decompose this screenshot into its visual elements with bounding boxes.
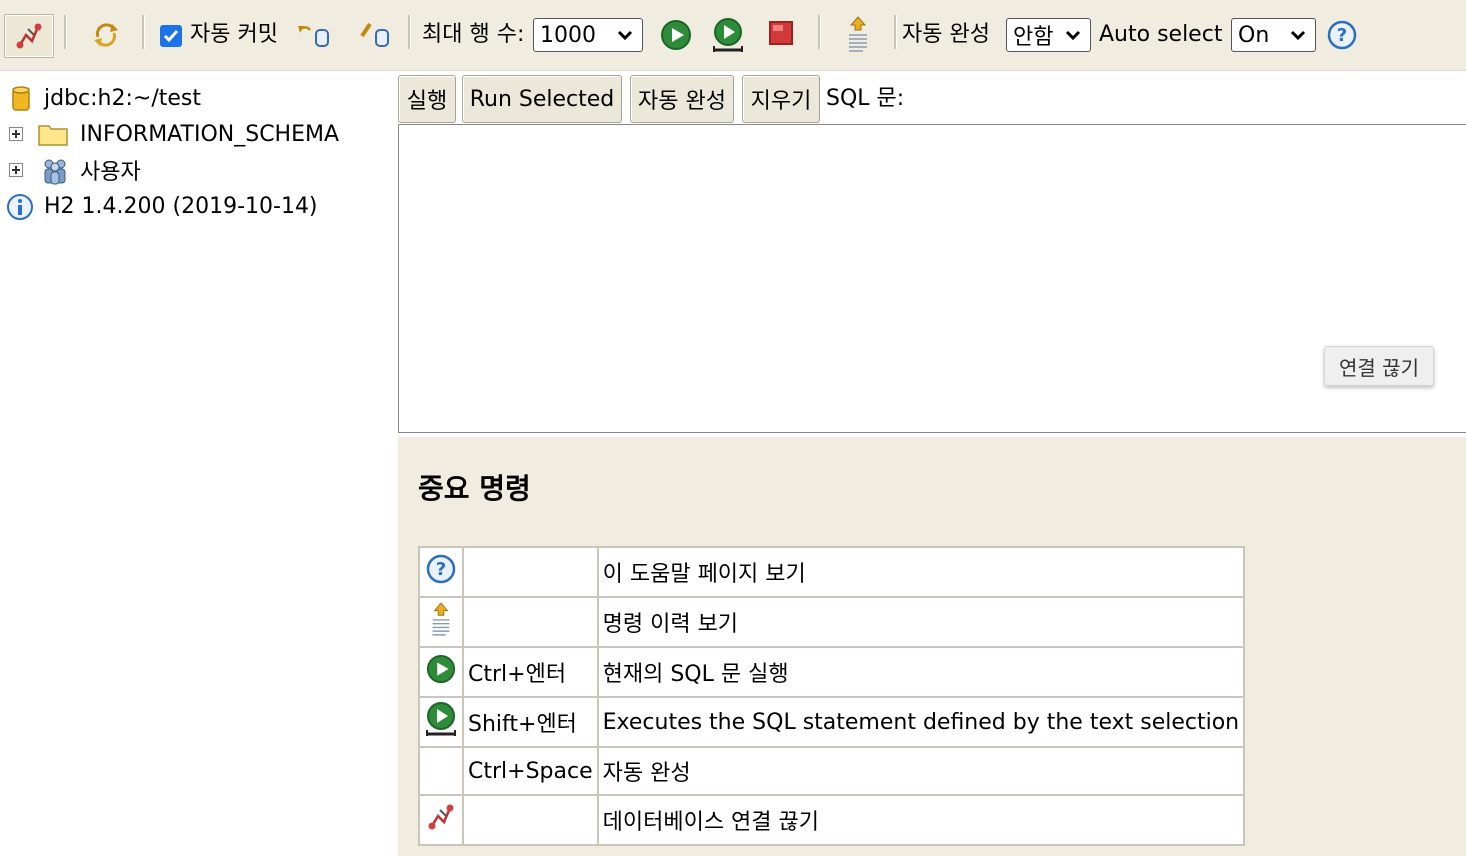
commit-icon[interactable]: [354, 15, 394, 55]
autoselect-select[interactable]: On: [1231, 18, 1316, 52]
expand-icon[interactable]: [9, 127, 23, 141]
sql-editor[interactable]: [398, 124, 1466, 433]
chevron-down-icon: [1065, 30, 1081, 41]
table-row: Ctrl+Space 자동 완성: [418, 746, 1246, 796]
users-label: 사용자: [80, 160, 141, 185]
autocommit-checkbox[interactable]: [160, 25, 182, 47]
table-cell-key: [462, 596, 599, 648]
table-row: Shift+엔터 Executes the SQL statement defi…: [418, 696, 1246, 748]
table-cell-key: [462, 546, 599, 598]
table-cell-icon: [418, 746, 464, 796]
users-icon: [44, 159, 66, 185]
autocomplete-value: 안함: [1013, 25, 1054, 50]
table-cell-icon: [418, 794, 464, 846]
schema-label: INFORMATION_SCHEMA: [80, 121, 340, 147]
toolbar-separator: [142, 15, 145, 49]
table-cell-icon: [418, 646, 464, 698]
table-cell-key: Ctrl+Space: [462, 746, 599, 796]
table-cell-desc: 자동 완성: [596, 746, 1246, 796]
toolbar-separator: [894, 15, 897, 49]
run-selected-icon[interactable]: [708, 15, 748, 55]
table-row: ? 이 도움말 페이지 보기: [418, 546, 1246, 598]
help-title: 중요 명령: [418, 472, 531, 505]
table-row: 데이터베이스 연결 끊기: [418, 794, 1246, 846]
help-icon[interactable]: ?: [1322, 15, 1362, 55]
table-row: 명령 이력 보기: [418, 596, 1246, 648]
commands-table: ? 이 도움말 페이지 보기 명령 이력 보기 Ctrl+엔터 현재의 SQL …: [418, 546, 1246, 846]
table-cell-desc: 현재의 SQL 문 실행: [596, 646, 1246, 698]
toolbar-separator: [408, 15, 411, 49]
history-icon: [432, 602, 450, 636]
toolbar-separator: [64, 15, 67, 49]
table-cell-desc: Executes the SQL statement defined by th…: [596, 696, 1246, 748]
table-cell-key: [462, 794, 599, 846]
table-cell-desc: 데이터베이스 연결 끊기: [596, 794, 1246, 846]
autocomplete-button[interactable]: 자동 완성: [630, 75, 734, 123]
run-icon[interactable]: [656, 15, 696, 55]
version-label: H2 1.4.200 (2019-10-14): [44, 193, 318, 219]
rollback-icon[interactable]: [294, 15, 334, 55]
history-icon[interactable]: [838, 14, 878, 54]
autocomplete-select[interactable]: 안함: [1006, 18, 1091, 52]
max-rows-select[interactable]: 1000: [533, 18, 643, 52]
toolbar: 자동 커밋 최대 행 수: 1000 자동 완성 안함 Auto select …: [0, 0, 1466, 71]
table-cell-desc: 이 도움말 페이지 보기: [596, 546, 1246, 598]
max-rows-label: 최대 행 수:: [422, 22, 525, 47]
database-icon: [12, 86, 30, 111]
stop-icon[interactable]: [761, 13, 801, 53]
help-icon: ?: [426, 554, 456, 584]
table-cell-desc: 명령 이력 보기: [596, 596, 1246, 648]
run-selected-button[interactable]: Run Selected: [462, 75, 622, 123]
help-panel: 중요 명령 ? 이 도움말 페이지 보기 명령 이력 보기 Ctrl+엔터 현재…: [398, 437, 1466, 856]
refresh-icon[interactable]: [86, 15, 126, 55]
disconnect-icon: [428, 804, 454, 830]
query-panel: 실행 Run Selected 자동 완성 지우기 SQL 문: 연결 끊기: [398, 71, 1466, 435]
svg-text:?: ?: [1337, 25, 1347, 46]
svg-text:?: ?: [436, 559, 446, 580]
run-selected-icon: [426, 702, 456, 736]
run-icon: [426, 654, 456, 684]
table-cell-key: Shift+엔터: [462, 696, 599, 748]
table-cell-icon: [418, 596, 464, 648]
run-button[interactable]: 실행: [398, 75, 456, 123]
disconnect-tooltip: 연결 끊기: [1324, 346, 1434, 386]
autocomplete-label: 자동 완성: [902, 22, 990, 47]
object-tree: jdbc:h2:~/test INFORMATION_SCHEMA 사용자 H2…: [0, 71, 398, 856]
chevron-down-icon: [617, 30, 633, 41]
autocommit-label: 자동 커밋: [190, 22, 278, 47]
chevron-down-icon: [1290, 30, 1306, 41]
toolbar-separator: [818, 15, 821, 49]
expand-icon[interactable]: [9, 163, 23, 177]
table-cell-icon: ?: [418, 546, 464, 598]
table-cell-key: Ctrl+엔터: [462, 646, 599, 698]
info-icon: [7, 194, 33, 220]
sql-label: SQL 문:: [826, 86, 905, 111]
disconnect-icon[interactable]: [4, 14, 54, 58]
table-row: Ctrl+엔터 현재의 SQL 문 실행: [418, 646, 1246, 698]
connection-label: jdbc:h2:~/test: [44, 85, 201, 111]
table-cell-icon: [418, 696, 464, 748]
clear-button[interactable]: 지우기: [742, 75, 820, 123]
max-rows-value: 1000: [540, 22, 596, 48]
autoselect-value: On: [1238, 22, 1270, 48]
autoselect-label: Auto select: [1099, 22, 1223, 47]
folder-icon: [38, 125, 68, 146]
